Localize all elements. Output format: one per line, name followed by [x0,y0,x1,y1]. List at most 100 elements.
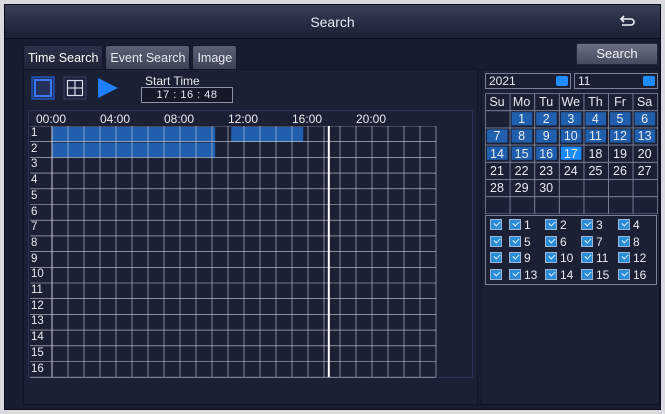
channel-row-label: 9 [31,252,38,265]
chevron-down-icon [556,76,568,86]
channel-checkbox[interactable] [581,219,593,230]
search-button[interactable]: Search [576,43,658,65]
calendar-cell [608,196,634,214]
timeline-grid[interactable] [30,126,440,378]
month-select[interactable]: 11 [574,73,658,89]
calendar-day[interactable]: 5 [608,112,632,126]
single-screen-icon [31,76,55,100]
calendar-day[interactable]: 3 [559,112,583,126]
channel-checkbox-label: 1 [524,218,531,232]
channel-checkbox-label: 9 [524,251,531,265]
channel-checkbox[interactable] [509,219,521,230]
search-tabs: Time Search Event Search Image [23,45,239,69]
year-select[interactable]: 2021 [485,73,571,89]
single-view-button[interactable] [31,76,55,100]
channel-checkbox[interactable] [509,235,521,247]
channel-checkbox[interactable] [618,252,630,263]
channel-checkbox[interactable] [545,235,557,247]
recording-segment[interactable] [52,142,216,158]
channel-checkbox-label: 14 [560,267,574,282]
channel-checkbox[interactable] [581,252,593,263]
channel-row-label: 10 [31,268,44,281]
calendar-day-selected[interactable]: 17 [559,147,583,161]
calendar-cell [632,179,658,198]
select-all-checkbox[interactable] [490,268,502,280]
calendar-day[interactable]: 13 [633,129,657,143]
play-button[interactable] [96,76,120,100]
channel-checkbox[interactable] [545,268,557,280]
calendar-day[interactable]: 26 [608,164,632,178]
calendar-day[interactable]: 6 [633,112,657,126]
calendar-day[interactable]: 1 [510,112,534,126]
channel-row-label: 8 [31,236,38,249]
date-channel-panel: 2021 11 Su Mo Tu We Th Fr Sa 1 2 3 4 5 6 7 8 9 10 11 12 13 1… [481,69,660,405]
recording-segment[interactable] [52,127,216,142]
channel-row-label: 5 [31,189,38,202]
calendar-cell [485,196,511,214]
channel-row-label: 11 [31,284,43,296]
channel-row-label: 3 [31,158,38,171]
calendar-day[interactable]: 4 [583,112,607,126]
calendar-day[interactable]: 14 [485,147,509,161]
calendar-day[interactable]: 12 [608,129,632,143]
calendar-day[interactable]: 28 [485,181,509,195]
hour-label: 00:00 [36,112,67,126]
weekday-label: We [561,95,581,109]
hour-label: 16:00 [292,112,323,126]
calendar-day[interactable]: 9 [534,129,558,143]
calendar-day[interactable]: 20 [633,147,657,161]
channel-checkbox-label: 6 [560,234,567,249]
channel-checkbox[interactable] [545,252,557,263]
channel-row-label: 16 [31,362,44,375]
channel-checkbox-label: 13 [524,267,538,282]
calendar-day[interactable]: 11 [583,129,607,143]
calendar-day[interactable]: 8 [510,129,534,143]
calendar-day[interactable]: 24 [559,164,583,178]
channel-checkbox[interactable] [618,268,630,280]
calendar-day[interactable]: 22 [510,164,534,178]
time-cursor[interactable] [327,126,330,378]
select-all-checkbox[interactable] [490,219,502,230]
calendar-day[interactable]: 23 [534,164,558,178]
start-time-field[interactable]: 17 : 16 : 48 [141,87,233,103]
year-value: 2021 [489,74,516,88]
calendar-day[interactable]: 27 [633,164,657,178]
hour-label: 04:00 [100,112,131,126]
calendar-day[interactable]: 25 [583,164,607,178]
calendar-day[interactable]: 7 [485,129,509,143]
channel-checkbox[interactable] [618,235,630,247]
hour-label: 12:00 [228,112,259,126]
calendar-day[interactable]: 16 [534,147,558,161]
calendar-day[interactable]: 10 [559,129,583,143]
calendar-day[interactable]: 2 [534,112,558,126]
tab-time-search[interactable]: Time Search [23,45,104,69]
tab-image[interactable]: Image [192,45,238,69]
calendar-cell [485,110,511,129]
back-button[interactable] [614,11,640,33]
channel-row-label: 7 [31,221,38,234]
select-all-checkbox[interactable] [490,235,502,247]
weekday-label: Th [588,95,603,109]
weekday-label: Su [489,95,505,109]
channel-checkbox[interactable] [509,252,521,263]
tab-event-search[interactable]: Event Search [105,45,191,69]
quad-view-button[interactable] [63,76,87,100]
recording-segment[interactable] [231,127,304,142]
calendar-cell [558,179,585,198]
channel-row-label: 14 [31,331,44,344]
calendar-day[interactable]: 18 [583,147,607,161]
select-all-checkbox[interactable] [490,252,502,263]
calendar-day[interactable]: 19 [608,147,632,161]
channel-checkbox[interactable] [618,219,630,230]
channel-checkbox-label: 12 [633,251,647,265]
calendar-day[interactable]: 21 [485,164,509,178]
calendar-day[interactable]: 30 [534,181,558,195]
calendar-day[interactable]: 29 [510,181,534,195]
channel-checkbox-label: 16 [633,267,647,282]
channel-checkbox[interactable] [581,268,593,280]
calendar-day[interactable]: 15 [510,147,534,161]
channel-checkbox[interactable] [545,219,557,230]
channel-checkbox[interactable] [581,235,593,247]
channel-row-label: 4 [31,174,38,187]
channel-checkbox[interactable] [509,268,521,280]
